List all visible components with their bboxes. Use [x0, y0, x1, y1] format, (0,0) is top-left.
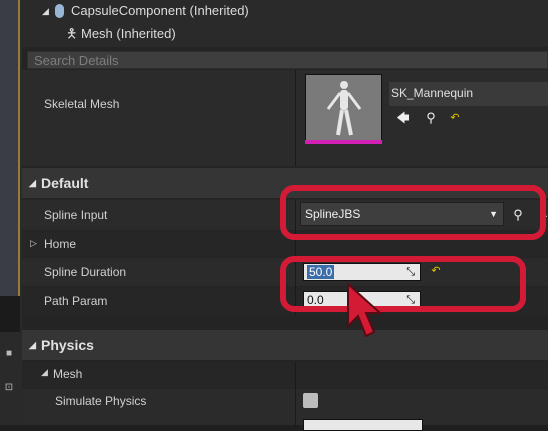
triangle-down-icon[interactable]: ◢: [41, 367, 48, 378]
triangle-down-icon[interactable]: ◢: [29, 330, 36, 360]
path-param-label: Path Param: [44, 294, 108, 308]
spline-input-label: Spline Input: [44, 208, 108, 222]
tree-item-capsule-label: CapsuleComponent (Inherited): [71, 3, 249, 18]
reset-arrow-icon[interactable]: ↶: [447, 110, 463, 126]
spline-duration-label: Spline Duration: [44, 265, 127, 279]
mouse-cursor-icon: [347, 282, 383, 338]
viewport-edge: [0, 0, 20, 296]
skeletal-mesh-asset-picker[interactable]: SK_Mannequin: [389, 82, 548, 106]
mesh-subcategory-row[interactable]: [22, 362, 548, 388]
simulate-physics-label: Simulate Physics: [55, 394, 147, 408]
highlight-box-spline-duration: [280, 256, 526, 312]
mesh-subcategory-label: Mesh: [53, 367, 83, 381]
mannequin-thumbnail-icon: [306, 75, 381, 143]
simulate-physics-checkbox[interactable]: [303, 393, 318, 408]
mesh-thumbnail[interactable]: [305, 74, 382, 144]
tree-item-capsule[interactable]: ◢ CapsuleComponent (Inherited): [22, 0, 548, 24]
partial-field[interactable]: [303, 419, 423, 431]
asset-type-color-bar: [305, 140, 382, 144]
dock-lock-icon[interactable]: ⊡: [3, 382, 15, 394]
category-default-title: Default: [41, 175, 89, 191]
category-physics[interactable]: ◢ Physics: [22, 330, 548, 360]
asset-name: SK_Mannequin: [391, 86, 474, 100]
triangle-down-icon[interactable]: ◢: [29, 168, 36, 198]
arrow-left-icon[interactable]: 🡄: [395, 110, 411, 126]
magnifier-icon[interactable]: ⚲: [423, 110, 439, 126]
highlight-box-spline-input: [280, 185, 546, 240]
column-divider: [295, 70, 296, 166]
column-divider: [295, 362, 296, 425]
category-physics-title: Physics: [41, 337, 94, 353]
search-details-input[interactable]: Search Details: [27, 51, 548, 69]
capsule-icon: [55, 4, 64, 18]
dock-square-icon[interactable]: ■: [3, 348, 15, 360]
left-dock-toolbar: [0, 296, 20, 332]
skeletal-mesh-label: Skeletal Mesh: [44, 97, 120, 111]
mannequin-icon: 🯅: [66, 26, 78, 41]
triangle-right-icon[interactable]: ▷: [30, 238, 37, 249]
tree-item-mesh[interactable]: 🯅 Mesh (Inherited): [22, 23, 548, 47]
triangle-down-icon[interactable]: ◢: [42, 0, 49, 22]
tree-item-mesh-label: Mesh (Inherited): [81, 26, 176, 41]
home-label: Home: [44, 237, 77, 251]
